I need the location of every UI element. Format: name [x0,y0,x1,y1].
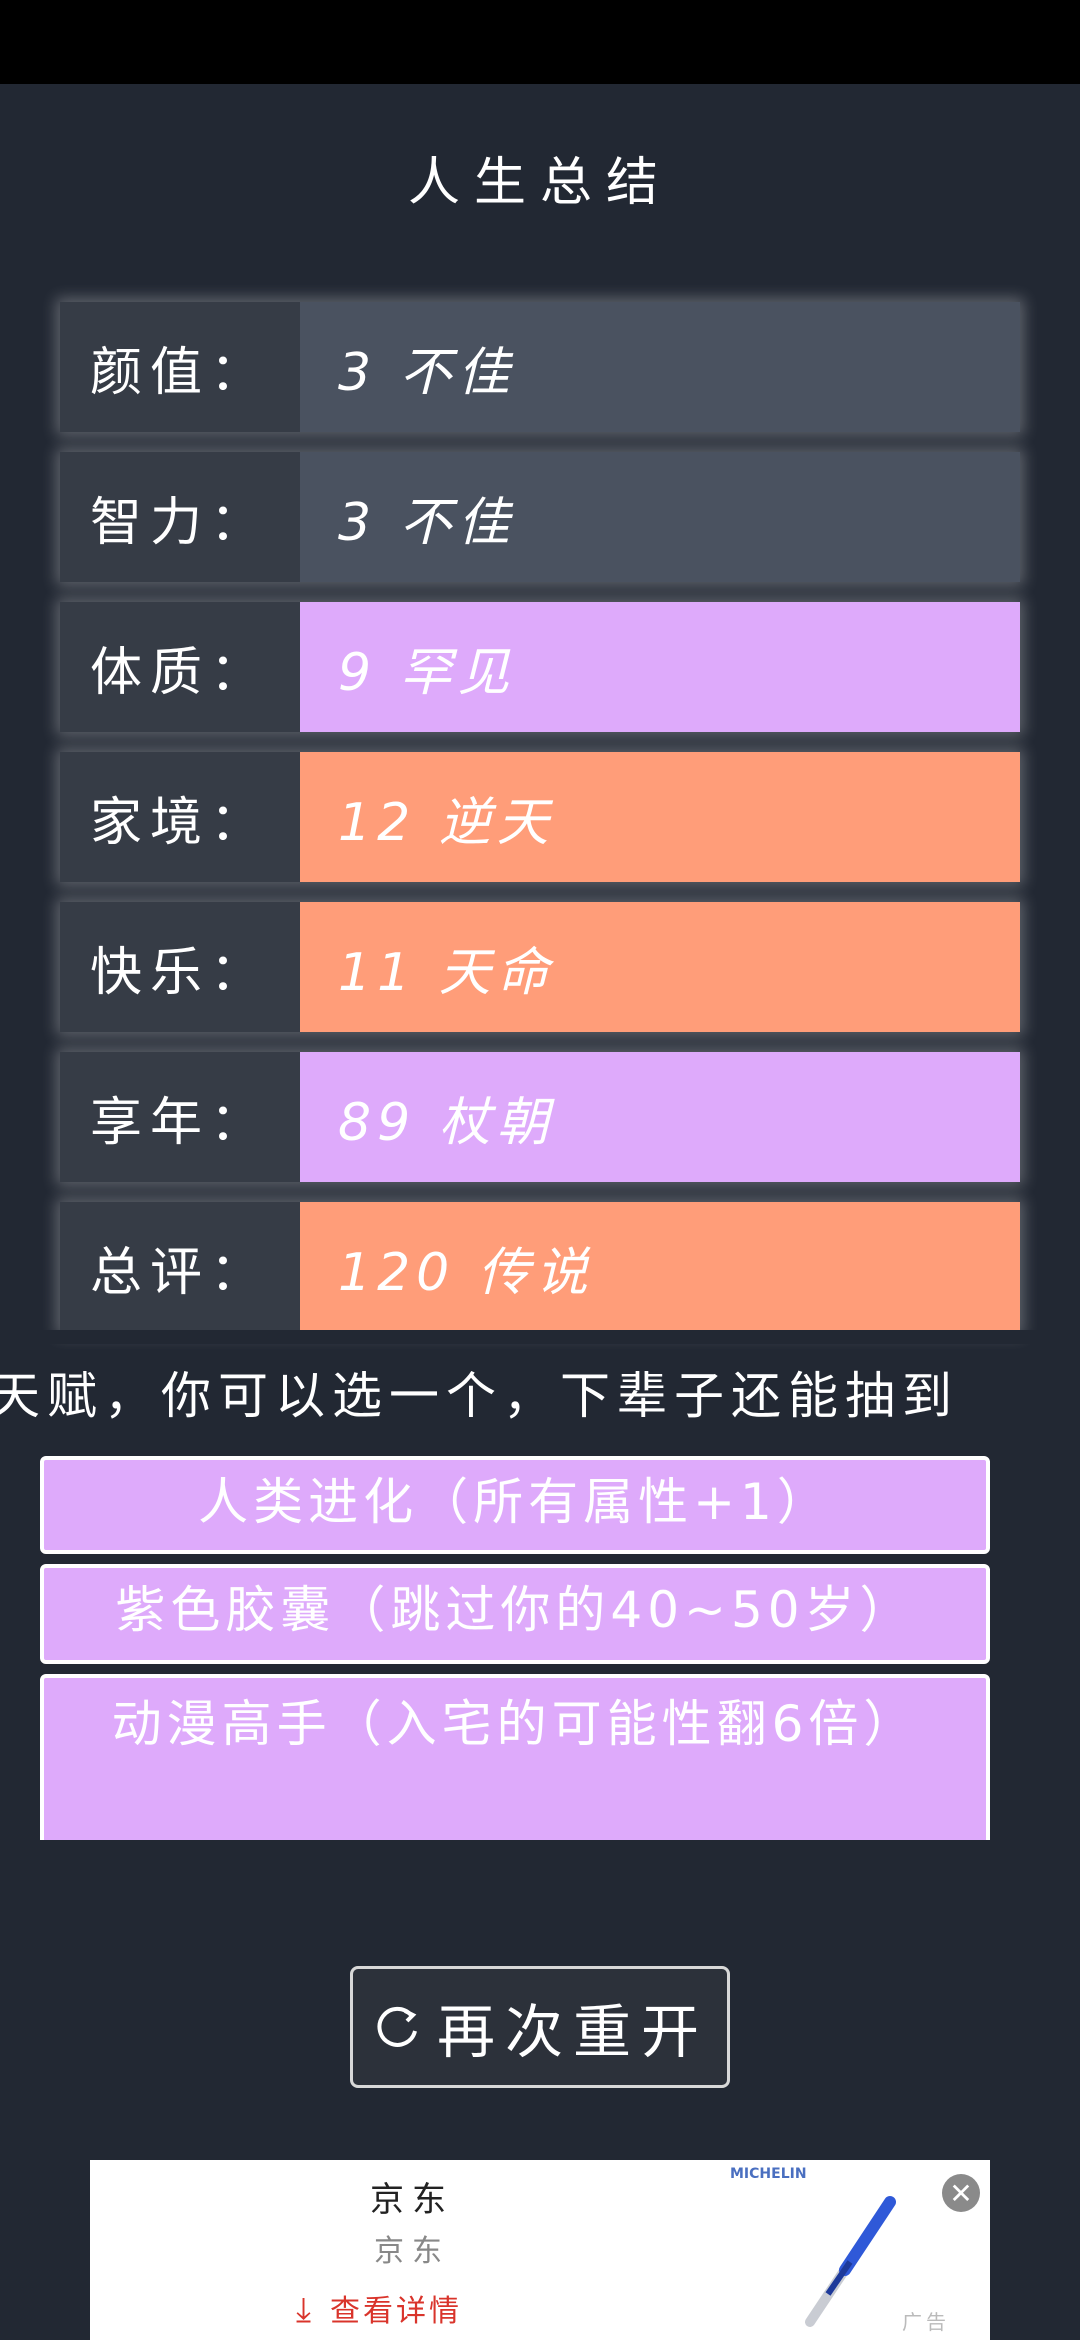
talent-clip-edge [0,1840,1080,1910]
talent-prompt: 天赋，你可以选一个，下辈子还能抽到 [0,1367,959,1425]
ad-subtitle: 京东 [374,2234,450,2269]
stat-value: 89 杖朝 [300,1052,1020,1182]
stat-label: 颜值： [60,302,300,432]
stat-value: 9 罕见 [300,602,1020,732]
restart-button[interactable]: 再次重开 [350,1966,730,2088]
stat-value: 120 传说 [300,1202,1020,1332]
page-title: 人生总结 [407,153,672,213]
stat-row-intelligence: 智力： 3 不佳 [60,452,1020,582]
stat-value: 3 不佳 [300,452,1020,582]
refresh-icon [377,2006,417,2047]
stat-row-lifespan: 享年： 89 杖朝 [60,1052,1020,1182]
talent-list: 人类进化（所有属性+1） 紫色胶囊（跳过你的40~50岁） 动漫高手（入宅的可能… [40,1456,990,1864]
stat-label: 家境： [60,752,300,882]
talent-option[interactable]: 紫色胶囊（跳过你的40~50岁） [40,1564,990,1664]
stat-value: 3 不佳 [300,302,1020,432]
stat-label: 智力： [60,452,300,582]
stat-value: 11 天命 [300,902,1020,1032]
talent-option[interactable]: 人类进化（所有属性+1） [40,1456,990,1554]
stat-label: 享年： [60,1052,300,1182]
close-icon[interactable]: ✕ [942,2174,980,2212]
stat-label: 体质： [60,602,300,732]
stat-row-family: 家境： 12 逆天 [60,752,1020,882]
ad-brand-logo: MICHELIN [730,2166,807,2182]
stats-list: 颜值： 3 不佳 智力： 3 不佳 体质： 9 罕见 家境： 12 逆天 快乐：… [60,302,1020,1352]
pen-product-image [805,2196,896,2327]
ad-banner[interactable]: 京东 京东 ⤓ 查看详情 MICHELIN 广告 ✕ [90,2160,990,2340]
stat-row-appearance: 颜值： 3 不佳 [60,302,1020,432]
stat-row-constitution: 体质： 9 罕见 [60,602,1020,732]
stat-row-overall: 总评： 120 传说 [60,1202,1020,1332]
status-bar [0,0,1080,84]
stat-label: 快乐： [60,902,300,1032]
ad-tag: 广告 [902,2310,950,2334]
stat-row-happiness: 快乐： 11 天命 [60,902,1020,1032]
ad-link-label: 查看详情 [330,2294,463,2329]
download-icon: ⤓ [296,2290,315,2330]
talent-option[interactable]: 动漫高手（入宅的可能性翻6倍） [40,1674,990,1854]
ad-details-link[interactable]: ⤓ 查看详情 [296,2286,462,2330]
ad-title: 京东 [370,2180,454,2220]
stats-clip-edge [0,1330,1080,1344]
restart-label: 再次重开 [436,1998,709,2066]
stat-value: 12 逆天 [300,752,1020,882]
stat-label: 总评： [60,1202,300,1332]
